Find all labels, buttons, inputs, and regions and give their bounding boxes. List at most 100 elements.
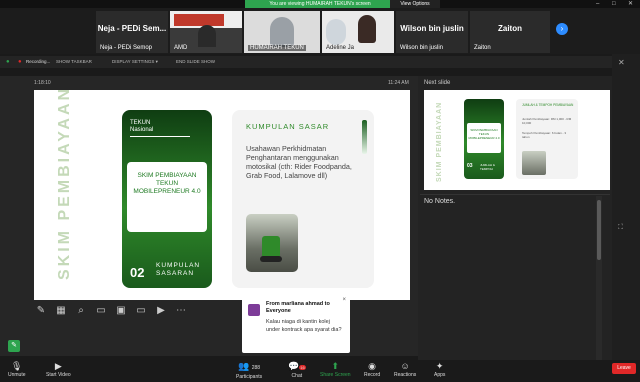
magnifier-icon[interactable]: ⌕ bbox=[74, 304, 88, 318]
notes-scrollbar[interactable] bbox=[596, 196, 602, 362]
side-panel: ✕ ⛶ bbox=[612, 54, 640, 364]
close-chat-icon[interactable]: × bbox=[342, 297, 346, 303]
participant-name: Zaiton bbox=[474, 45, 491, 51]
minimize-icon[interactable]: – bbox=[596, 0, 599, 8]
participant-tile[interactable]: Wilson bin juslin Wilson bin juslin bbox=[396, 11, 468, 53]
maximize-icon[interactable]: □ bbox=[612, 0, 616, 8]
shield-icon: ● bbox=[6, 59, 10, 65]
mini-card-desc2: Tempoh Pembiayaan: 6 bulan - 3 tahun bbox=[522, 131, 567, 139]
motorcycle-icon bbox=[260, 256, 282, 262]
view-options-button[interactable]: View Options bbox=[390, 0, 440, 8]
participant-tile[interactable]: Zaiton Zaiton bbox=[470, 11, 550, 53]
unmute-button[interactable]: 🎙 Unmute bbox=[8, 361, 26, 378]
start-video-button[interactable]: ▶ Start Video bbox=[46, 361, 71, 378]
person-icon bbox=[198, 25, 216, 47]
mini-vertical-title: SKIM PEMBIAYAAN bbox=[436, 101, 443, 182]
end-slide-show-button[interactable]: END SLIDE SHOW bbox=[176, 56, 215, 68]
screen-share-icon[interactable]: ▣ bbox=[114, 304, 128, 318]
slide-card-green: TEKUN Nasional SKIM PEMBIAYAAN TEKUN MOBI… bbox=[122, 110, 212, 288]
mini-card-number: 03 bbox=[467, 163, 473, 169]
person-icon bbox=[270, 17, 294, 47]
viewing-banner: You are viewing HUMAIRAH TEKUN's screen bbox=[245, 0, 395, 8]
mini-card-body: SKIM PEMBIAYAAN TEKUN MOBILEPRENEUR 4.0 bbox=[467, 123, 501, 153]
participants-button[interactable]: 👥 288 Participants bbox=[236, 361, 262, 380]
current-slide: SKIM PEMBIAYAAN TEKUN Nasional SKIM PEMBI… bbox=[34, 90, 410, 300]
card-body: SKIM PEMBIAYAAN TEKUN MOBILEPRENEUR 4.0 bbox=[127, 162, 207, 232]
card-header: TEKUN Nasional bbox=[130, 120, 154, 133]
video-off-icon: ▶ bbox=[54, 361, 62, 371]
chat-button[interactable]: 💬16 Chat bbox=[288, 361, 306, 379]
elapsed-timer: 1:18:10 bbox=[34, 80, 51, 86]
close-panel-icon[interactable]: ✕ bbox=[618, 58, 625, 67]
card-footer: KUMPULAN SASARAN bbox=[156, 262, 201, 277]
participant-strip: Neja - PEDi Sem... Neja - PEDi Semop AMD… bbox=[0, 8, 640, 54]
share-screen-button[interactable]: ⬆ Share Screen bbox=[320, 361, 351, 378]
rider-photo bbox=[246, 214, 298, 272]
participants-icon: 👥 288 bbox=[238, 361, 261, 371]
recording-status[interactable]: Recording... bbox=[26, 56, 50, 68]
arrow-line bbox=[130, 136, 190, 137]
next-slide-preview[interactable]: SKIM PEMBIAYAAN SKIM PEMBIAYAAN TEKUN MO… bbox=[424, 90, 610, 190]
clock: 11:24 AM bbox=[388, 80, 409, 86]
participant-name-large: Zaiton bbox=[498, 24, 522, 33]
chat-sender: From marliana ahmad to Everyone bbox=[266, 301, 330, 314]
participant-name: HUMAIRAH TEKUN bbox=[248, 45, 306, 51]
record-button[interactable]: ◉ Record bbox=[364, 361, 380, 378]
next-slide-label: Next slide bbox=[424, 80, 451, 86]
mini-card-title: JUMLAH & TEMPOH PEMBIAYAAN bbox=[522, 103, 574, 107]
avatar bbox=[248, 304, 260, 316]
mini-card-info: JUMLAH & TEMPOH PEMBIAYAAN Jumlah Pembia… bbox=[516, 99, 578, 179]
notes-text: No Notes. bbox=[424, 198, 456, 205]
participant-name-large: Neja - PEDi Sem... bbox=[97, 24, 167, 33]
mini-card-green: SKIM PEMBIAYAAN TEKUN MOBILEPRENEUR 4.0 … bbox=[464, 99, 504, 179]
background-object bbox=[326, 19, 346, 45]
participant-tile[interactable]: Adeline Ja bbox=[322, 11, 394, 53]
mini-card-footer: JUMLAH & TEMPOH bbox=[480, 163, 495, 171]
subtitles-icon[interactable]: ▭ bbox=[134, 304, 148, 318]
edit-icon[interactable]: ✎ bbox=[8, 340, 20, 352]
slide-card-info: KUMPULAN SASAR Usahawan Perkhidmatan Pen… bbox=[232, 110, 374, 288]
participant-name-large: Wilson bin juslin bbox=[400, 24, 464, 33]
card-title: KUMPULAN SASAR bbox=[246, 122, 330, 131]
chat-icon: 💬16 bbox=[288, 361, 306, 371]
slides-grid-icon[interactable]: ▦ bbox=[54, 304, 68, 318]
reactions-button[interactable]: ☺ Reactions bbox=[394, 361, 416, 378]
slide-vertical-title: SKIM PEMBIAYAAN bbox=[56, 90, 73, 280]
participant-name: Adeline Ja bbox=[326, 45, 355, 51]
participant-tile[interactable]: AMD bbox=[170, 11, 242, 53]
scrollbar-thumb[interactable] bbox=[597, 200, 601, 260]
show-taskbar-button[interactable]: SHOW TASKBAR bbox=[56, 56, 92, 68]
expand-icon[interactable]: ⛶ bbox=[618, 224, 623, 232]
participant-name: AMD bbox=[174, 45, 188, 51]
tekun-logo bbox=[174, 14, 224, 26]
meeting-toolbar: ✎ 🎙 Unmute ▶ Start Video 👥 288 Participants… bbox=[0, 340, 640, 382]
participant-tile[interactable]: HUMAIRAH TEKUN bbox=[244, 11, 320, 53]
display-settings-button[interactable]: DISPLAY SETTINGS ▾ bbox=[112, 56, 158, 68]
pen-icon[interactable]: ✎ bbox=[34, 304, 48, 318]
mini-card-desc1: Jumlah Pembiayaan: RM 1,000 - RM 10,000 bbox=[522, 117, 572, 125]
next-page-arrow-icon[interactable]: › bbox=[556, 23, 568, 35]
mini-photo bbox=[522, 151, 546, 175]
record-indicator-icon: ● bbox=[18, 59, 22, 65]
reactions-icon: ☺ bbox=[400, 361, 410, 371]
person-icon bbox=[358, 15, 376, 43]
apps-icon: ✦ bbox=[435, 361, 444, 371]
notes-area[interactable] bbox=[420, 194, 610, 362]
microphone-muted-icon: 🎙 bbox=[11, 361, 23, 371]
leave-button[interactable]: Leave bbox=[612, 363, 636, 374]
participant-tile[interactable]: Neja - PEDi Sem... Neja - PEDi Semop bbox=[96, 11, 168, 53]
close-window-icon[interactable]: ✕ bbox=[628, 0, 633, 8]
camera-icon[interactable]: ▶ bbox=[154, 304, 168, 318]
presenter-toolbar: ● ● Recording... SHOW TASKBAR DISPLAY SE… bbox=[0, 56, 640, 68]
chat-message: Kalau niaga di kantin kolej under kontra… bbox=[266, 319, 342, 333]
rider-icon bbox=[262, 236, 280, 258]
participant-name: Neja - PEDi Semop bbox=[100, 45, 153, 51]
zoom-out-icon[interactable]: ▭ bbox=[94, 304, 108, 318]
record-icon: ◉ bbox=[368, 361, 376, 371]
chat-notification[interactable]: From marliana ahmad to Everyone Kalau ni… bbox=[242, 295, 350, 353]
apps-button[interactable]: ✦ Apps bbox=[434, 361, 445, 378]
participant-name: Wilson bin juslin bbox=[400, 45, 444, 51]
share-screen-icon: ⬆ bbox=[331, 361, 340, 371]
more-options-icon[interactable]: ⋯ bbox=[174, 304, 188, 318]
card-description: Usahawan Perkhidmatan Penghantaran mengg… bbox=[246, 144, 352, 180]
